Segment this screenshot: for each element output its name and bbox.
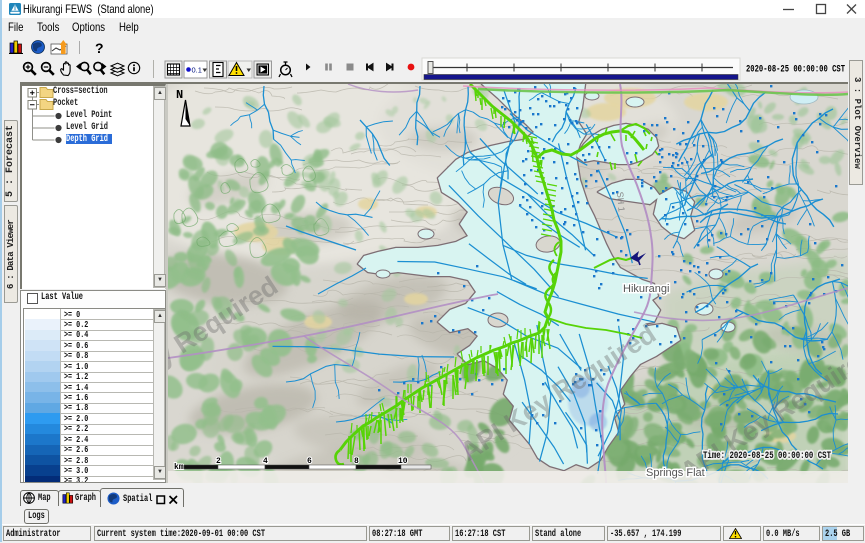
svg-text:0.1: 0.1 <box>192 66 202 75</box>
svg-text:N: N <box>176 88 183 102</box>
svg-text:4: 4 <box>263 457 268 466</box>
svg-text:8: 8 <box>354 457 359 466</box>
svg-text:6: 6 <box>307 457 312 466</box>
svg-text:2: 2 <box>216 457 221 466</box>
svg-text:Springs Flat: Springs Flat <box>646 467 705 479</box>
svg-text:Time: 2020-08-25 00:00:00 CST: Time: 2020-08-25 00:00:00 CST <box>703 450 831 462</box>
svg-text:SH 1: SH 1 <box>615 191 627 212</box>
svg-text:2020-08-25 00:00:00 CST: 2020-08-25 00:00:00 CST <box>746 65 845 76</box>
svg-text:10: 10 <box>398 457 408 466</box>
svg-text:km: km <box>174 463 184 472</box>
svg-text:Hikurangi: Hikurangi <box>623 283 669 295</box>
svg-text:?: ? <box>95 40 104 55</box>
